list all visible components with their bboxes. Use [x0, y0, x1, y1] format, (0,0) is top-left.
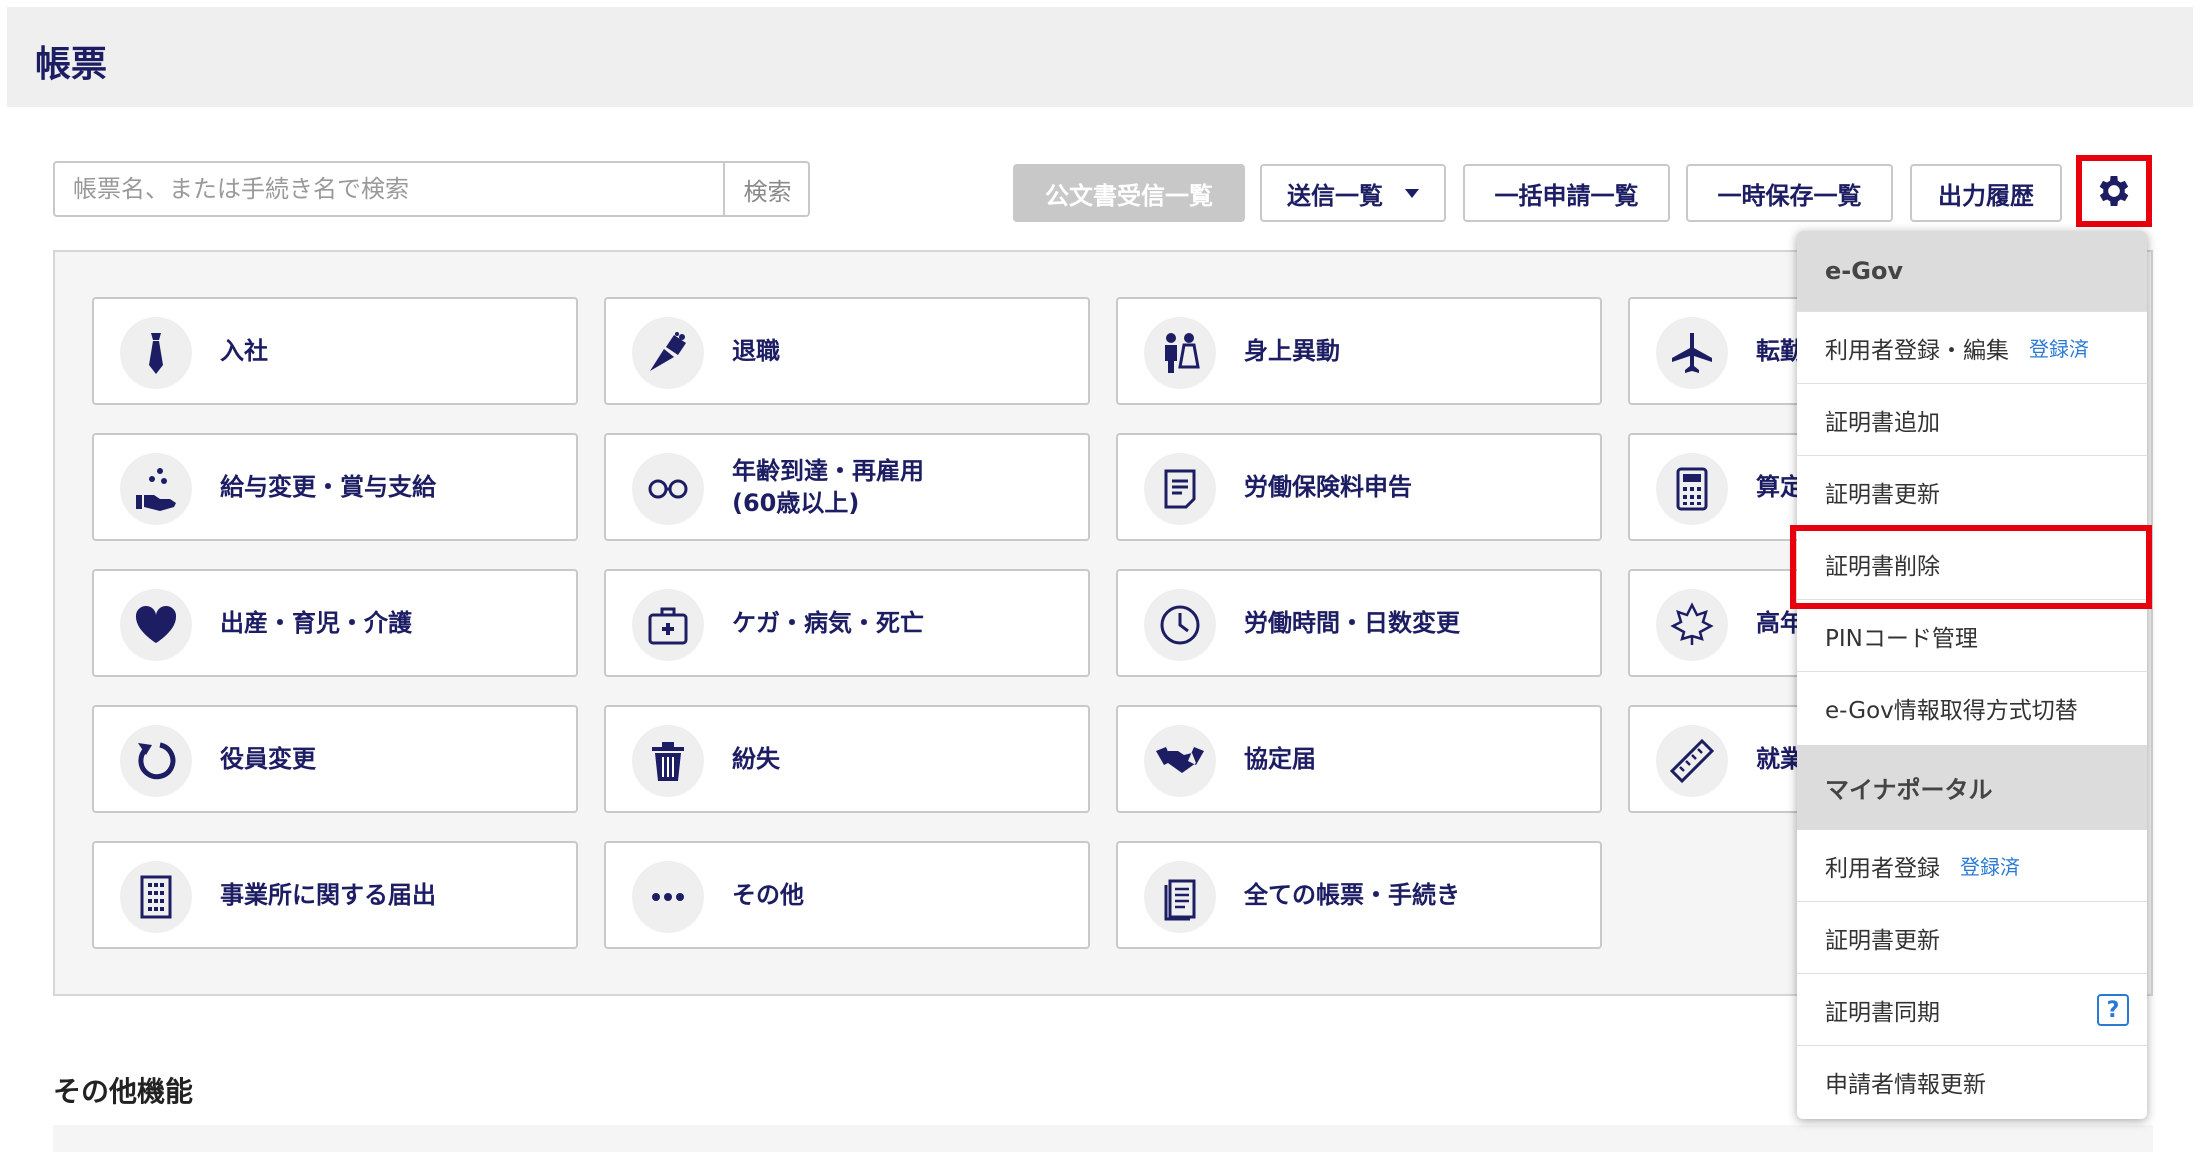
menu-item-label: 証明書追加 — [1825, 409, 1940, 436]
documents-icon — [1144, 861, 1216, 933]
tile-label: 入社 — [220, 337, 268, 365]
menu-item-label: 利用者登録 — [1825, 855, 1940, 882]
menu-item-label: PINコード管理 — [1825, 625, 1978, 652]
caret-down-icon — [1405, 188, 1419, 198]
tile-kyotei-todoke[interactable]: 協定届 — [1116, 705, 1602, 813]
tile-kyuyo-henko[interactable]: 給与変更・賞与支給 — [92, 433, 578, 541]
tile-rodo-hokenryo[interactable]: 労働保険料申告 — [1116, 433, 1602, 541]
egov-section-header: e-Gov — [1797, 231, 2147, 311]
tile-label: 役員変更 — [220, 745, 316, 773]
bouquet-icon — [632, 317, 704, 389]
tile-label: 身上異動 — [1244, 337, 1340, 365]
tile-nyusha[interactable]: 入社 — [92, 297, 578, 405]
ruler-icon — [1656, 725, 1728, 797]
heart-icon — [120, 589, 192, 661]
tile-funshitsu[interactable]: 紛失 — [604, 705, 1090, 813]
page-title: 帳票 — [35, 44, 108, 85]
tile-label: 労働時間・日数変更 — [1244, 609, 1460, 637]
tile-shinjo-ido[interactable]: 身上異動 — [1116, 297, 1602, 405]
airplane-icon — [1656, 317, 1728, 389]
tile-label: 労働保険料申告 — [1244, 473, 1412, 501]
tile-kega-byoki[interactable]: ケガ・病気・死亡 — [604, 569, 1090, 677]
menu-item-egov-cert-delete[interactable]: 証明書削除 — [1797, 527, 2147, 599]
tile-yakuin-henko[interactable]: 役員変更 — [92, 705, 578, 813]
other-functions-area — [53, 1125, 2153, 1152]
settings-dropdown-menu: e-Gov 利用者登録・編集 登録済 証明書追加 証明書更新 証明書削除 PIN… — [1797, 231, 2147, 1119]
menu-item-myna-cert-update[interactable]: 証明書更新 — [1797, 901, 2147, 973]
tile-label: 協定届 — [1244, 745, 1316, 773]
help-icon[interactable]: ? — [2097, 994, 2129, 1026]
tile-taishoku[interactable]: 退職 — [604, 297, 1090, 405]
gear-icon — [2099, 176, 2129, 206]
tile-label: ケガ・病気・死亡 — [732, 609, 924, 637]
tile-label: 紛失 — [732, 745, 780, 773]
menu-item-label: 証明書更新 — [1825, 481, 1940, 508]
search-button[interactable]: 検索 — [723, 163, 810, 215]
coins-hand-icon — [120, 453, 192, 525]
tile-label: 退職 — [732, 337, 780, 365]
tile-rodo-jikan[interactable]: 労働時間・日数変更 — [1116, 569, 1602, 677]
menu-item-label: 証明書更新 — [1825, 927, 1940, 954]
tile-sonota[interactable]: その他 — [604, 841, 1090, 949]
menu-item-egov-cert-update[interactable]: 証明書更新 — [1797, 455, 2147, 527]
menu-item-pin-management[interactable]: PINコード管理 — [1797, 599, 2147, 671]
search-input[interactable] — [55, 163, 723, 215]
tile-label: その他 — [732, 881, 804, 909]
tile-jigyosho[interactable]: 事業所に関する届出 — [92, 841, 578, 949]
clock-icon — [1144, 589, 1216, 661]
menu-item-label: 証明書削除 — [1825, 553, 1940, 580]
trash-icon — [632, 725, 704, 797]
mynaportal-section-header: マイナポータル — [1797, 745, 2147, 829]
document-icon — [1144, 453, 1216, 525]
menu-item-applicant-info-update[interactable]: 申請者情報更新 — [1797, 1045, 2147, 1117]
registered-badge: 登録済 — [1960, 855, 2020, 879]
more-icon — [632, 861, 704, 933]
tie-icon — [120, 317, 192, 389]
tile-label: 事業所に関する届出 — [220, 881, 436, 909]
menu-item-label: 証明書同期 — [1825, 999, 1940, 1026]
menu-item-label: 申請者情報更新 — [1825, 1071, 1986, 1098]
tile-label: 出産・育児・介護 — [220, 609, 412, 637]
settings-button[interactable] — [2076, 155, 2152, 227]
tile-nenrei-toutatsu[interactable]: 年齢到達・再雇用 (60歳以上) — [604, 433, 1090, 541]
calculator-icon — [1656, 453, 1728, 525]
send-list-label: 送信一覧 — [1287, 181, 1383, 210]
output-history-button[interactable]: 出力履歴 — [1910, 164, 2062, 222]
tile-shussan-ikuji[interactable]: 出産・育児・介護 — [92, 569, 578, 677]
building-icon — [120, 861, 192, 933]
tile-label: 給与変更・賞与支給 — [220, 473, 436, 501]
registered-badge: 登録済 — [2029, 337, 2089, 361]
tile-label: 全ての帳票・手続き — [1244, 881, 1460, 909]
public-docs-button[interactable]: 公文書受信一覧 — [1013, 164, 1245, 222]
menu-item-label: 利用者登録・編集 — [1825, 337, 2009, 364]
page-header: 帳票 — [7, 7, 2193, 107]
send-list-dropdown[interactable]: 送信一覧 — [1260, 164, 1446, 222]
menu-item-egov-user-registration[interactable]: 利用者登録・編集 登録済 — [1797, 311, 2147, 383]
other-functions-title: その他機能 — [53, 1075, 194, 1108]
handshake-icon — [1144, 725, 1216, 797]
temp-save-button[interactable]: 一時保存一覧 — [1686, 164, 1893, 222]
search-box: 検索 — [53, 161, 810, 217]
glasses-icon — [632, 453, 704, 525]
maple-leaf-icon — [1656, 589, 1728, 661]
bulk-apply-button[interactable]: 一括申請一覧 — [1463, 164, 1670, 222]
first-aid-kit-icon — [632, 589, 704, 661]
menu-item-myna-user-registration[interactable]: 利用者登録 登録済 — [1797, 829, 2147, 901]
menu-item-egov-cert-add[interactable]: 証明書追加 — [1797, 383, 2147, 455]
refresh-icon — [120, 725, 192, 797]
menu-item-label: e-Gov情報取得方式切替 — [1825, 697, 2078, 724]
wedding-couple-icon — [1144, 317, 1216, 389]
tile-all-forms[interactable]: 全ての帳票・手続き — [1116, 841, 1602, 949]
menu-item-myna-cert-sync[interactable]: 証明書同期 ? — [1797, 973, 2147, 1045]
menu-item-egov-retrieval-switch[interactable]: e-Gov情報取得方式切替 — [1797, 671, 2147, 743]
tile-label: 年齢到達・再雇用 (60歳以上) — [732, 457, 924, 517]
